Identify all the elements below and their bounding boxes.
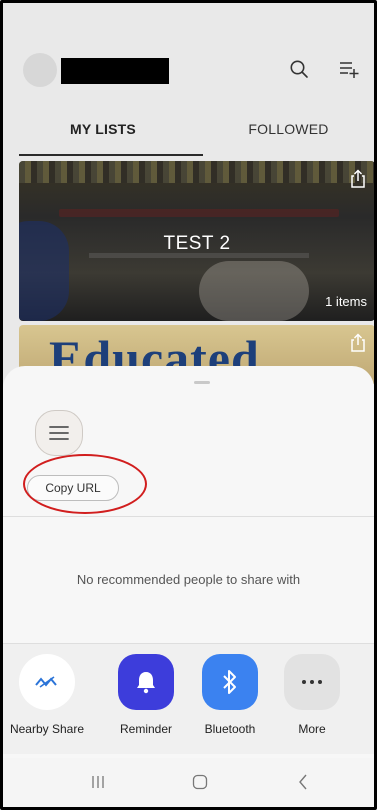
app-nearby-share[interactable]: Nearby Share — [7, 654, 87, 736]
app-more[interactable]: More — [272, 654, 352, 736]
search-icon[interactable] — [285, 55, 313, 83]
tab-followed[interactable]: FOLLOWED — [203, 101, 374, 157]
bluetooth-icon — [202, 654, 258, 710]
top-bar — [3, 37, 374, 101]
cover-image-shape — [199, 261, 309, 321]
share-apps-row: Nearby Share Reminder Bluetooth More — [3, 644, 374, 754]
nearby-share-icon — [19, 654, 75, 710]
highlight-annotation — [23, 454, 147, 514]
share-sheet: Copy URL No recommended people to share … — [3, 366, 374, 807]
list-item-count: 1 items — [325, 294, 367, 309]
list-card[interactable]: TEST 2 1 items — [19, 161, 374, 321]
redacted-username — [61, 58, 169, 84]
list-icon-button[interactable] — [35, 410, 83, 456]
home-icon[interactable] — [188, 770, 212, 794]
tab-my-lists[interactable]: MY LISTS — [3, 101, 203, 157]
more-icon — [284, 654, 340, 710]
app-label: Reminder — [119, 722, 173, 736]
active-tab-indicator — [19, 154, 203, 156]
list-title: TEST 2 — [163, 233, 231, 254]
share-icon[interactable] — [349, 169, 367, 189]
app-label: Bluetooth — [204, 722, 256, 736]
app-reminder[interactable]: Reminder — [106, 654, 186, 736]
tab-bar: MY LISTS FOLLOWED — [3, 101, 374, 157]
app-bluetooth[interactable]: Bluetooth — [190, 654, 270, 736]
divider — [3, 516, 374, 517]
back-icon[interactable] — [291, 770, 315, 794]
bell-icon — [118, 654, 174, 710]
cover-image-pattern — [19, 161, 374, 183]
no-recommendations-text: No recommended people to share with — [76, 572, 301, 587]
add-list-icon[interactable] — [335, 55, 363, 83]
cover-image-shape — [59, 209, 339, 217]
avatar[interactable] — [23, 53, 57, 87]
list-icon — [49, 426, 69, 440]
recents-icon[interactable] — [86, 770, 110, 794]
app-label: More — [298, 722, 326, 736]
status-bar — [3, 3, 374, 37]
app-label: Nearby Share — [9, 722, 85, 736]
system-nav-bar — [3, 758, 374, 807]
share-icon[interactable] — [349, 333, 367, 353]
sheet-drag-handle[interactable] — [194, 381, 210, 384]
